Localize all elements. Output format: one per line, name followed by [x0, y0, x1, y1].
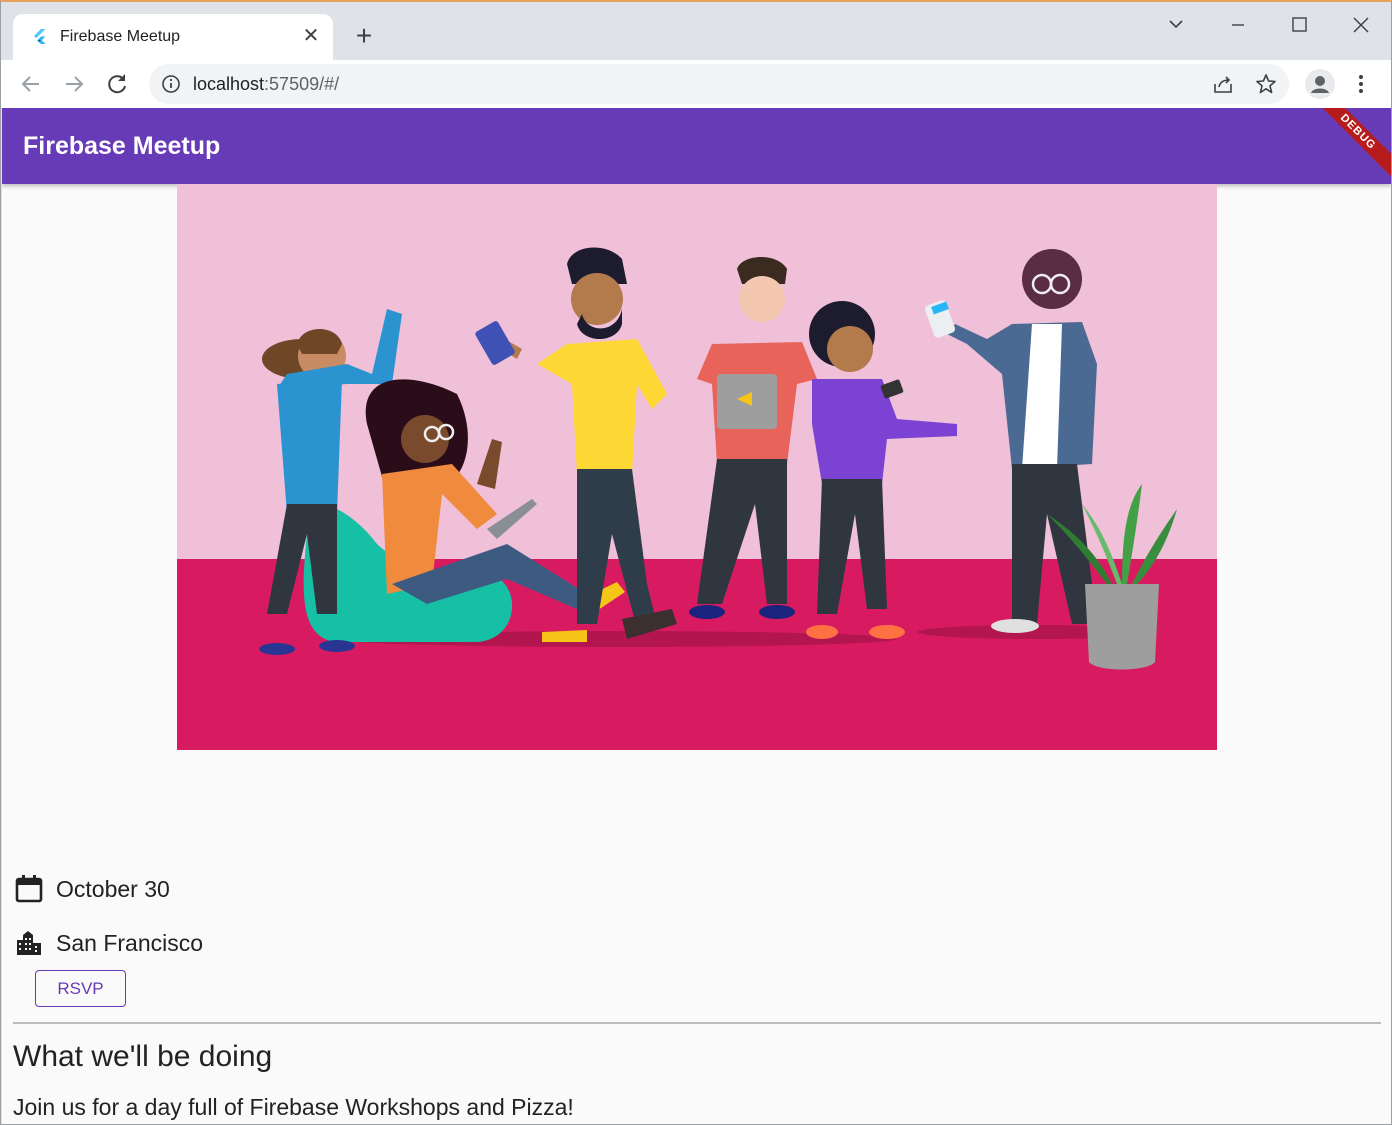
- tab-search-icon[interactable]: [1156, 10, 1196, 40]
- flutter-app: Firebase Meetup DEBUG October 30 San Fra…: [2, 108, 1391, 1124]
- more-menu-icon[interactable]: [1349, 70, 1373, 98]
- profile-avatar-icon[interactable]: [1304, 68, 1336, 100]
- close-window-icon[interactable]: [1341, 10, 1381, 40]
- browser-tab[interactable]: Firebase Meetup ✕: [13, 14, 333, 60]
- minimize-icon[interactable]: [1218, 10, 1258, 40]
- rsvp-button[interactable]: RSVP: [35, 970, 126, 1007]
- location-city-icon: [17, 931, 41, 955]
- url-host: localhost: [193, 74, 265, 94]
- event-location: San Francisco: [56, 929, 204, 956]
- tab-strip: Firebase Meetup ✕ +: [1, 2, 1391, 60]
- tab-title: Firebase Meetup: [60, 28, 181, 45]
- location-row: San Francisco: [14, 928, 203, 958]
- new-tab-button[interactable]: +: [349, 22, 379, 52]
- address-bar[interactable]: localhost:57509/#/: [149, 64, 1289, 104]
- url-text: localhost:57509/#/: [193, 74, 339, 95]
- forward-icon[interactable]: [58, 68, 90, 100]
- url-path: :57509/#/: [264, 74, 340, 94]
- flutter-icon: [34, 29, 46, 44]
- people-illustration: [259, 247, 1177, 670]
- debug-banner: DEBUG: [1313, 108, 1391, 177]
- hero-illustration: [177, 184, 1217, 750]
- event-date: October 30: [56, 875, 170, 902]
- date-row: October 30: [14, 874, 170, 904]
- section-heading: What we'll be doing: [13, 1040, 273, 1073]
- app-title: Firebase Meetup: [23, 132, 221, 160]
- maximize-icon[interactable]: [1279, 10, 1319, 40]
- divider: [13, 1022, 1381, 1024]
- tab-close-icon[interactable]: ✕: [299, 24, 323, 48]
- browser-toolbar: localhost:57509/#/: [1, 60, 1391, 108]
- browser-window: Firebase Meetup ✕ + localhost:57509/#/ F…: [0, 0, 1392, 1125]
- bookmark-star-icon[interactable]: [1254, 72, 1278, 96]
- reload-icon[interactable]: [101, 68, 133, 100]
- share-icon[interactable]: [1211, 72, 1235, 96]
- back-icon[interactable]: [15, 68, 47, 100]
- info-icon[interactable]: [161, 74, 181, 94]
- calendar-icon: [15, 875, 43, 903]
- section-description: Join us for a day full of Firebase Works…: [13, 1094, 574, 1120]
- app-bar: Firebase Meetup DEBUG: [2, 108, 1391, 184]
